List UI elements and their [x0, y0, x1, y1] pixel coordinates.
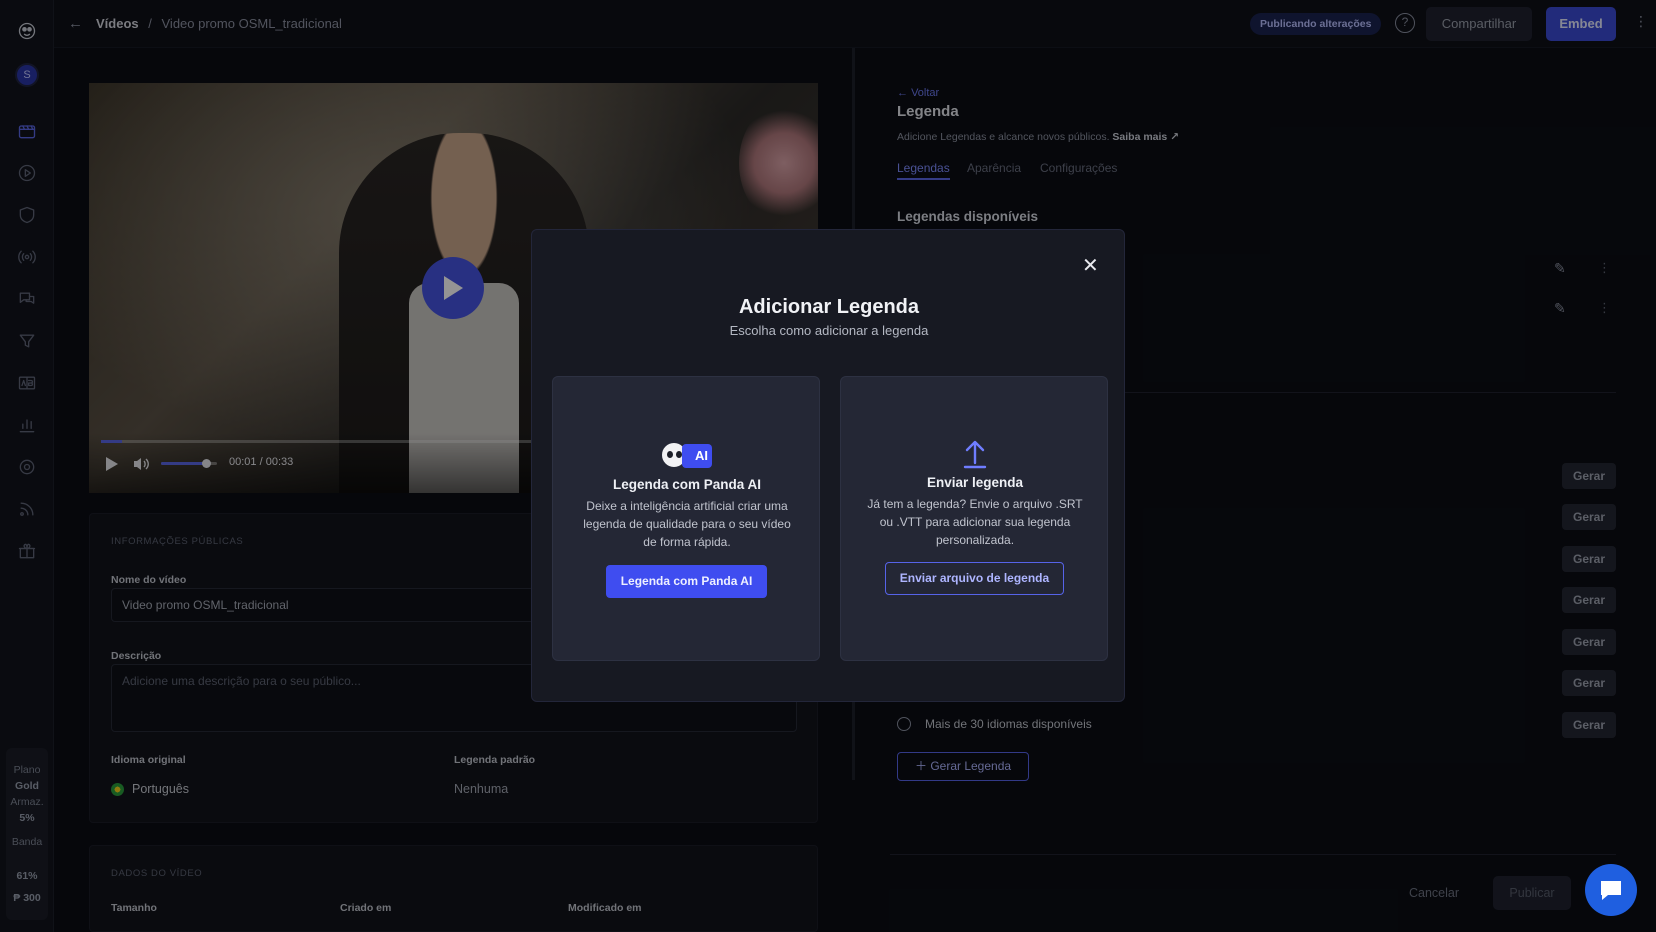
- ai-badge: AI: [682, 444, 712, 468]
- panda-ai-icon: AI: [660, 441, 712, 469]
- desc-line: de forma rápida.: [643, 535, 731, 549]
- desc-line: ou .VTT para adicionar sua legenda: [879, 515, 1071, 529]
- upload-caption-file-button[interactable]: Enviar arquivo de legenda: [885, 562, 1064, 595]
- modal-subtitle: Escolha como adicionar a legenda: [729, 323, 929, 338]
- panda-ai-card[interactable]: AI Legenda com Panda AI Deixe a inteligê…: [552, 376, 820, 661]
- desc-line: personalizada.: [935, 533, 1015, 547]
- desc-line: legenda de qualidade para o seu vídeo: [583, 517, 791, 531]
- panda-ai-card-desc: Deixe a inteligência artificial criar um…: [553, 497, 821, 551]
- upload-caption-card[interactable]: Enviar legenda Já tem a legenda? Envie o…: [840, 376, 1108, 661]
- upload-card-desc: Já tem a legenda? Envie o arquivo .SRT o…: [841, 495, 1109, 549]
- desc-line: Já tem a legenda? Envie o arquivo .SRT: [867, 497, 1083, 511]
- add-caption-modal: ✕ Adicionar Legenda Escolha como adicion…: [531, 229, 1125, 702]
- panda-ai-button[interactable]: Legenda com Panda AI: [606, 565, 767, 598]
- modal-title: Adicionar Legenda: [738, 296, 920, 318]
- chat-widget-button[interactable]: [1585, 864, 1637, 916]
- panda-ai-card-title: Legenda com Panda AI: [612, 477, 762, 492]
- upload-card-title: Enviar legenda: [926, 475, 1024, 490]
- upload-icon: [962, 439, 988, 474]
- chat-bubble-icon: [1601, 881, 1621, 900]
- desc-line: Deixe a inteligência artificial criar um…: [586, 499, 788, 513]
- close-icon[interactable]: ✕: [1082, 256, 1099, 276]
